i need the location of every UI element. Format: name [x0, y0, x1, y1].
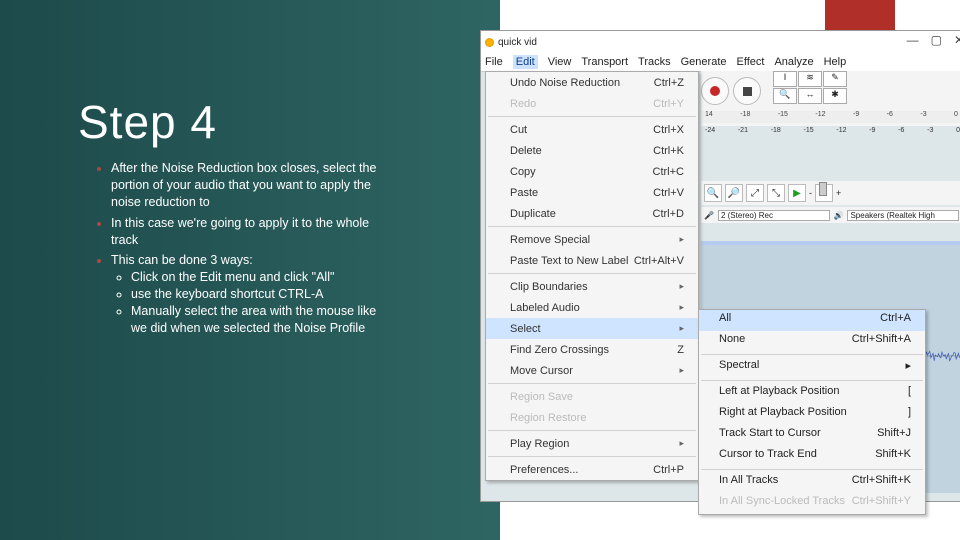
zoom-in-button[interactable]: 🔍 — [704, 184, 722, 202]
select-submenu-item[interactable]: Track Start to CursorShift+J — [699, 425, 925, 446]
select-submenu: AllCtrl+ANoneCtrl+Shift+A Spectral▸ Left a… — [698, 309, 926, 515]
select-submenu-item[interactable]: Left at Playback Position[ — [699, 383, 925, 404]
sub-bullet: Manually select the area with the mouse … — [131, 303, 395, 337]
select-submenu-item[interactable]: Right at Playback Position] — [699, 404, 925, 425]
edit-menu-item[interactable]: Find Zero CrossingsZ — [486, 339, 698, 360]
edit-menu-item: Region Restore — [486, 407, 698, 428]
input-channels-select[interactable]: 2 (Stereo) Rec — [718, 210, 830, 221]
edit-menu-item[interactable]: CutCtrl+X — [486, 119, 698, 140]
volume-slider[interactable] — [815, 184, 833, 202]
multi-tool-button[interactable]: ✱ — [823, 88, 847, 104]
menu-file[interactable]: File — [485, 56, 503, 68]
bullet-list: After the Noise Reduction box closes, se… — [95, 160, 395, 341]
bullet-item: In this case we're going to apply it to … — [111, 215, 395, 249]
play-button[interactable]: ▶ — [788, 184, 806, 202]
tool-grid: I ≋ ✎ 🔍 ↔ ✱ — [773, 71, 851, 104]
menu-help[interactable]: Help — [824, 56, 847, 68]
close-icon[interactable]: ✕ — [954, 33, 960, 47]
window-titlebar: quick vid — ▢ ✕ — [481, 31, 960, 53]
menu-generate[interactable]: Generate — [681, 56, 727, 68]
menu-analyze[interactable]: Analyze — [774, 56, 813, 68]
window-title-text: quick vid — [498, 37, 537, 48]
select-submenu-item[interactable]: AllCtrl+A — [699, 310, 925, 331]
edit-menu-item[interactable]: Move Cursor▸ — [486, 360, 698, 381]
menu-tracks[interactable]: Tracks — [638, 56, 671, 68]
selection-tool-button[interactable]: I — [773, 71, 797, 87]
zoom-out-button[interactable]: 🔎 — [725, 184, 743, 202]
menu-view[interactable]: View — [548, 56, 572, 68]
sub-bullet: use the keyboard shortcut CTRL-A — [131, 286, 395, 303]
select-submenu-item[interactable]: In All TracksCtrl+Shift+K — [699, 472, 925, 493]
edit-menu-item[interactable]: Undo Noise ReductionCtrl+Z — [486, 72, 698, 93]
app-icon — [485, 38, 494, 47]
select-submenu-item[interactable]: NoneCtrl+Shift+A — [699, 331, 925, 352]
edit-menu-item[interactable]: Labeled Audio▸ — [486, 297, 698, 318]
edit-menu-item[interactable]: DeleteCtrl+K — [486, 140, 698, 161]
select-submenu-item[interactable]: Spectral▸ — [699, 357, 925, 378]
edit-menu-dropdown: Undo Noise ReductionCtrl+ZRedoCtrl+Y CutC… — [485, 71, 699, 481]
zoom-sel-button[interactable]: ⤡ — [767, 184, 785, 202]
meter-ruler-l: 14-18-15-12-9-6-30 — [701, 111, 960, 123]
select-submenu-item[interactable]: Cursor to Track EndShift+K — [699, 446, 925, 467]
maximize-icon[interactable]: ▢ — [931, 33, 942, 47]
meter-ruler-r: -24-21-18-15-12-9-6-30 — [703, 127, 960, 139]
speaker-icon: 🔊 — [834, 211, 844, 220]
edit-menu-item[interactable]: PasteCtrl+V — [486, 182, 698, 203]
edit-menu-item[interactable]: CopyCtrl+C — [486, 161, 698, 182]
edit-menu-item[interactable]: Clip Boundaries▸ — [486, 276, 698, 297]
edit-menu-item[interactable]: Select▸ — [486, 318, 698, 339]
device-toolbar: 🎤 2 (Stereo) Rec 🔊 Speakers (Realtek Hig… — [701, 207, 960, 223]
menubar: File Edit View Transport Tracks Generate… — [481, 53, 960, 72]
draw-tool-button[interactable]: ✎ — [823, 71, 847, 87]
bullet-item: This can be done 3 ways: Click on the Ed… — [111, 252, 395, 336]
stop-button[interactable] — [733, 77, 761, 105]
audacity-window: quick vid — ▢ ✕ File Edit View Transport… — [480, 30, 960, 502]
output-device-select[interactable]: Speakers (Realtek High — [847, 210, 959, 221]
select-submenu-item: In All Sync-Locked TracksCtrl+Shift+Y — [699, 493, 925, 514]
edit-menu-item[interactable]: DuplicateCtrl+D — [486, 203, 698, 224]
menu-effect[interactable]: Effect — [737, 56, 765, 68]
step-title: Step 4 — [78, 95, 217, 149]
edit-menu-item[interactable]: Paste Text to New LabelCtrl+Alt+V — [486, 250, 698, 271]
record-button[interactable] — [701, 77, 729, 105]
mic-icon: 🎤 — [704, 211, 714, 220]
edit-menu-item[interactable]: Play Region▸ — [486, 433, 698, 454]
edit-menu-item[interactable]: Preferences...Ctrl+P — [486, 459, 698, 480]
minimize-icon[interactable]: — — [907, 33, 919, 47]
edit-menu-item: RedoCtrl+Y — [486, 93, 698, 114]
sub-bullet: Click on the Edit menu and click "All" — [131, 269, 395, 286]
envelope-tool-button[interactable]: ≋ — [798, 71, 822, 87]
edit-toolbar: 🔍 🔎 ⤢ ⤡ ▶ -+ — [701, 181, 960, 205]
bullet-item: After the Noise Reduction box closes, se… — [111, 160, 395, 211]
edit-menu-item: Region Save — [486, 386, 698, 407]
menu-transport[interactable]: Transport — [581, 56, 628, 68]
zoom-tool-button[interactable]: 🔍 — [773, 88, 797, 104]
zoom-fit-button[interactable]: ⤢ — [746, 184, 764, 202]
menu-edit[interactable]: Edit — [513, 55, 538, 69]
edit-menu-item[interactable]: Remove Special▸ — [486, 229, 698, 250]
timeshift-tool-button[interactable]: ↔ — [798, 88, 822, 104]
